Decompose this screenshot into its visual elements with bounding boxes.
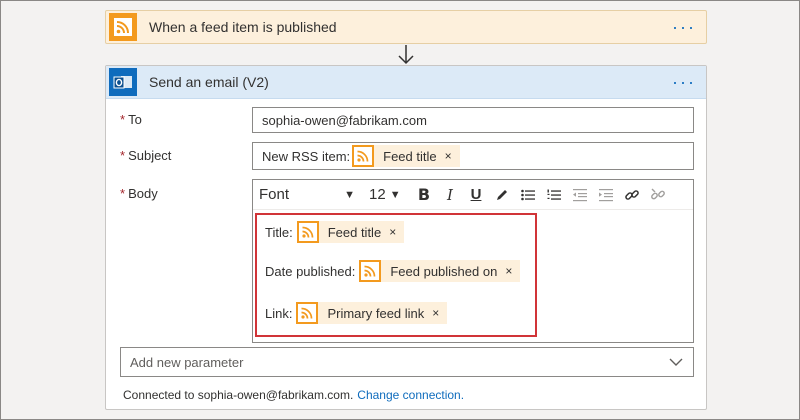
outdent-icon <box>573 188 587 201</box>
body-line-label: Date published: <box>265 263 356 279</box>
decrease-indent-button[interactable] <box>567 183 593 207</box>
font-color-button[interactable] <box>489 183 515 207</box>
required-mark: * <box>120 148 126 163</box>
to-field[interactable]: sophia-owen@fabrikam.com <box>252 107 694 133</box>
token-label: Feed title <box>327 224 382 240</box>
numbered-list-icon <box>547 189 561 200</box>
add-parameter-placeholder: Add new parameter <box>130 354 244 370</box>
body-line-title: Title: Feed title × <box>265 221 405 243</box>
remove-token-icon[interactable]: × <box>445 149 452 163</box>
numbered-list-button[interactable] <box>541 183 567 207</box>
required-mark: * <box>120 186 126 201</box>
body-line-date-published: Date published: Feed published on × <box>265 260 521 282</box>
outlook-icon <box>109 68 137 96</box>
token-label: Feed title <box>383 148 437 164</box>
connected-text: Connected to sophia-owen@fabrikam.com. <box>123 388 354 402</box>
subject-field[interactable]: New RSS item: Feed title × <box>252 142 694 170</box>
rss-icon <box>359 260 382 282</box>
remove-token-icon[interactable]: × <box>432 306 439 320</box>
action-title: Send an email (V2) <box>149 74 269 90</box>
to-field-value: sophia-owen@fabrikam.com <box>262 112 427 128</box>
remove-token-icon[interactable]: × <box>389 225 396 239</box>
add-new-parameter-dropdown[interactable]: Add new parameter <box>120 347 694 377</box>
insert-link-button[interactable] <box>619 183 645 207</box>
rss-icon <box>352 145 375 167</box>
rss-icon <box>109 13 137 41</box>
editor-toolbar: Font ▼ 12 ▼ B I U <box>253 180 693 210</box>
token-label: Feed published on <box>390 263 498 279</box>
trigger-card[interactable]: When a feed item is published ··· <box>105 10 707 44</box>
remove-link-button[interactable] <box>645 183 671 207</box>
body-line-label: Title: <box>265 224 293 240</box>
font-family-select[interactable]: Font ▼ <box>259 186 361 203</box>
bullet-list-icon <box>521 189 535 200</box>
change-connection-link[interactable]: Change connection. <box>357 388 464 402</box>
pen-icon <box>497 189 507 200</box>
trigger-title: When a feed item is published <box>149 19 337 35</box>
body-content-highlight: Title: Feed title × Date published: Feed… <box>255 213 537 337</box>
chevron-down-icon <box>669 358 683 366</box>
indent-icon <box>599 188 613 201</box>
underline-button[interactable]: U <box>463 183 489 207</box>
action-more-options-button[interactable]: ··· <box>672 73 696 91</box>
subject-feed-title-token[interactable]: Feed title × <box>352 145 460 167</box>
subject-prefix: New RSS item: <box>262 148 351 164</box>
send-email-action-card: Send an email (V2) ··· * To sophia-owen@f… <box>105 65 707 410</box>
body-editor[interactable]: Font ▼ 12 ▼ B I U Title: Feed title × Da… <box>252 179 694 343</box>
bulleted-list-button[interactable] <box>515 183 541 207</box>
token-label: Primary feed link <box>327 305 425 321</box>
to-label: * To <box>120 112 142 127</box>
rss-icon <box>296 221 319 243</box>
caret-down-icon: ▼ <box>389 188 401 201</box>
feed-title-token[interactable]: Feed title × <box>296 221 405 243</box>
caret-down-icon: ▼ <box>344 188 355 201</box>
link-icon <box>625 189 639 200</box>
body-line-link: Link: Primary feed link × <box>265 302 448 324</box>
feed-published-on-token[interactable]: Feed published on × <box>359 260 521 282</box>
unlink-icon <box>651 188 665 199</box>
font-size-select[interactable]: 12 ▼ <box>369 186 411 203</box>
arrow-down-icon <box>398 45 414 65</box>
connection-info: Connected to sophia-owen@fabrikam.com. Ch… <box>123 388 464 402</box>
italic-button[interactable]: I <box>437 183 463 207</box>
body-label: * Body <box>120 186 158 201</box>
body-line-label: Link: <box>265 305 293 321</box>
rss-icon <box>296 302 319 324</box>
required-mark: * <box>120 112 126 127</box>
bold-button[interactable]: B <box>411 183 437 207</box>
subject-label: * Subject <box>120 148 172 163</box>
primary-feed-link-token[interactable]: Primary feed link × <box>296 302 448 324</box>
increase-indent-button[interactable] <box>593 183 619 207</box>
remove-token-icon[interactable]: × <box>505 264 512 278</box>
action-header[interactable]: Send an email (V2) ··· <box>106 66 706 99</box>
trigger-more-options-button[interactable]: ··· <box>672 18 696 36</box>
